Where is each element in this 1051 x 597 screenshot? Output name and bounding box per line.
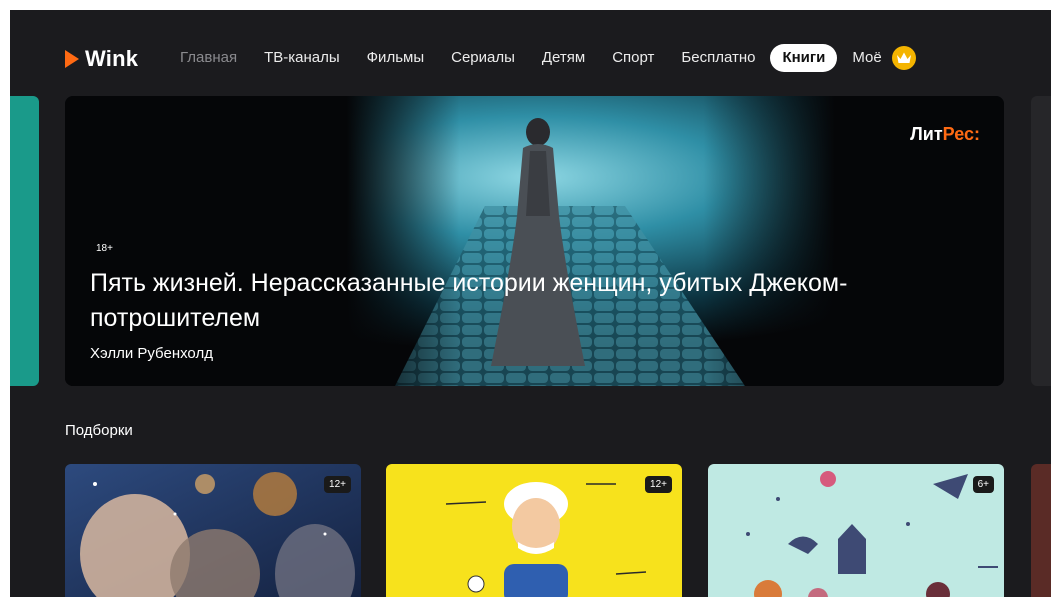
hero-author: Хэлли Рубенхолд <box>90 345 213 362</box>
nav-item-movies[interactable]: Фильмы <box>367 44 424 72</box>
age-badge: 12+ <box>645 476 672 493</box>
logo-text: Wink <box>85 46 139 71</box>
previous-banner-peek[interactable] <box>10 96 39 386</box>
crown-icon <box>891 46 916 71</box>
hero-title: Пять жизней. Нерассказанные истории женщ… <box>90 269 848 332</box>
nav-item-free[interactable]: Бесплатно <box>681 44 755 72</box>
hero-banner[interactable]: ЛитРес: 18+ Пять жизней. Нерассказанные … <box>65 96 1004 386</box>
card-image <box>65 464 361 597</box>
age-rating: 18+ <box>96 243 113 254</box>
wink-logo-icon <box>65 50 79 68</box>
nav-item-series[interactable]: Сериалы <box>451 44 515 72</box>
next-banner-peek[interactable] <box>1031 96 1051 386</box>
section-title: Подборки <box>65 422 133 439</box>
nav-item-home[interactable]: Главная <box>180 44 237 72</box>
card-image <box>708 464 1004 597</box>
age-badge: 6+ <box>972 476 994 493</box>
age-badge: 12+ <box>324 476 351 493</box>
nav-item-tv-channels[interactable]: ТВ-каналы <box>264 44 340 72</box>
litres-logo: ЛитРес: <box>910 124 980 145</box>
next-card-peek[interactable] <box>1031 464 1051 597</box>
hero-image <box>65 96 1004 386</box>
nav-item-sport[interactable]: Спорт <box>612 44 654 72</box>
nav-item-my-label: Моё <box>852 49 882 66</box>
collection-card[interactable]: 12+ <box>386 464 682 597</box>
card-image <box>386 464 682 597</box>
collection-card[interactable]: 12+ <box>65 464 361 597</box>
nav-item-my[interactable]: Моё <box>852 44 916 72</box>
nav-item-kids[interactable]: Детям <box>542 44 585 72</box>
litres-logo-part-2: Рес: <box>942 124 980 144</box>
collection-card[interactable]: 6+ <box>708 464 1004 597</box>
nav-item-books[interactable]: Книги <box>770 44 838 72</box>
main-nav: Главная ТВ-каналы Фильмы Сериалы Детям С… <box>180 44 916 72</box>
top-header: Wink Главная ТВ-каналы Фильмы Сериалы Де… <box>10 10 1051 86</box>
app-screen: Wink Главная ТВ-каналы Фильмы Сериалы Де… <box>10 10 1051 597</box>
wink-logo[interactable]: Wink <box>65 46 138 72</box>
litres-logo-part-1: Лит <box>910 124 943 144</box>
